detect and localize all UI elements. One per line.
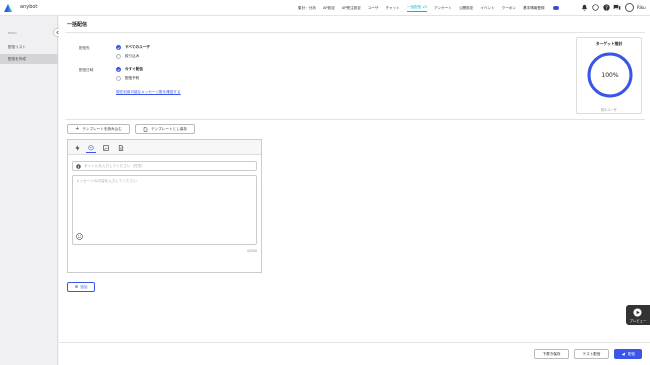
messages-icon[interactable] bbox=[613, 4, 621, 12]
divider bbox=[65, 32, 645, 33]
nav-item-events[interactable]: イベント bbox=[480, 6, 494, 11]
nav-item-survey[interactable]: アンケート bbox=[434, 6, 452, 11]
nav-item-coupons[interactable]: クーポン bbox=[502, 6, 516, 11]
message-body-textarea[interactable]: メッセージの内容を入力してください bbox=[72, 175, 257, 245]
target-estimate-users: 約1ユーザ bbox=[601, 108, 617, 112]
top-icons: ? Riku bbox=[580, 3, 646, 12]
save-template-label: テンプレートとし保存 bbox=[151, 126, 187, 131]
target-option-filter-label: 絞り込み bbox=[125, 54, 140, 58]
char-count: 0/500 bbox=[247, 249, 257, 253]
target-label: 配信先 bbox=[79, 46, 90, 50]
target-estimate-card: ターゲット推計 100% 約1ユーザ bbox=[576, 37, 642, 114]
radio-checked-icon bbox=[116, 67, 121, 72]
timing-option-scheduled-label: 配信予約 bbox=[125, 76, 140, 80]
document-icon bbox=[143, 126, 148, 132]
add-button[interactable]: ⊕ 追加 bbox=[67, 282, 95, 292]
estimate-messages-link[interactable]: 現在利用可能なメッセージ数を確認する bbox=[116, 90, 181, 95]
sidebar-section-title: BMSG bbox=[8, 31, 17, 35]
message-type-tabs bbox=[68, 140, 261, 155]
user-name[interactable]: Riku bbox=[637, 5, 646, 10]
emoji-icon[interactable] bbox=[76, 233, 83, 240]
target-estimate-title: ターゲット推計 bbox=[595, 41, 623, 46]
notification-badge: 9 bbox=[552, 5, 559, 10]
nav-item-ap-order-settings[interactable]: AP受注設定 bbox=[342, 6, 361, 11]
send-button[interactable]: 配信 bbox=[614, 349, 642, 359]
nav-item-analytics[interactable]: 集計・分析 bbox=[298, 6, 316, 11]
plus-circle-icon: ⊕ bbox=[74, 284, 79, 290]
radio-checked-icon bbox=[116, 45, 121, 50]
divider bbox=[65, 119, 645, 120]
message-editor: タイトルを入力してください（任意） メッセージの内容を入力してください 0/50… bbox=[67, 139, 262, 273]
timing-option-now[interactable]: 今すぐ配信 bbox=[116, 67, 143, 72]
message-placeholder: メッセージの内容を入力してください bbox=[76, 179, 137, 183]
save-draft-button[interactable]: 下書き保存 bbox=[534, 349, 569, 359]
top-bar: anybot 集計・分析 AP設定 AP受注設定 ユーザ チャット 一括配信 V… bbox=[0, 0, 650, 16]
action-footer: 下書き保存 テスト配信 配信 bbox=[59, 342, 650, 365]
send-button-label: 配信 bbox=[627, 351, 636, 356]
main-nav: 集計・分析 AP設定 AP受注設定 ユーザ チャット 一括配信 V2 アンケート… bbox=[298, 0, 573, 16]
play-circle-icon bbox=[633, 308, 642, 317]
preview-label: プレビュー bbox=[629, 319, 647, 323]
plus-icon: + bbox=[75, 126, 80, 132]
svg-text:?: ? bbox=[605, 5, 608, 11]
page-title: 一括配信 bbox=[67, 22, 88, 28]
title-placeholder: タイトルを入力してください（任意） bbox=[84, 163, 145, 168]
help-circle-icon[interactable] bbox=[591, 4, 599, 12]
anybot-logo-icon bbox=[4, 4, 12, 12]
target-option-filter[interactable]: 絞り込み bbox=[116, 54, 139, 59]
target-option-all[interactable]: すべてのユーザ bbox=[116, 45, 150, 50]
sidebar: BMSG 配信リスト 配信を作成 bbox=[0, 16, 58, 365]
nav-item-chat[interactable]: チャット bbox=[386, 6, 400, 11]
target-estimate-percent: 100% bbox=[601, 72, 618, 79]
sidebar-item-broadcast-list[interactable]: 配信リスト bbox=[0, 42, 58, 52]
load-template-label: テンプレートを読み込む bbox=[82, 126, 122, 131]
preview-button[interactable]: プレビュー bbox=[626, 305, 650, 325]
question-icon[interactable]: ? bbox=[602, 4, 610, 12]
message-title-input[interactable]: タイトルを入力してください（任意） bbox=[72, 161, 257, 171]
test-send-button[interactable]: テスト配信 bbox=[574, 349, 609, 359]
timing-option-scheduled[interactable]: 配信予約 bbox=[116, 76, 139, 81]
timing-label: 配信日時 bbox=[79, 68, 94, 72]
add-button-label: 追加 bbox=[80, 284, 88, 289]
lightning-icon[interactable] bbox=[72, 143, 82, 153]
save-template-button[interactable]: テンプレートとし保存 bbox=[135, 124, 195, 134]
target-option-all-label: すべてのユーザ bbox=[125, 45, 150, 49]
nav-item-users[interactable]: ユーザ bbox=[368, 6, 379, 11]
bell-icon[interactable] bbox=[580, 4, 588, 12]
nav-item-ap-settings[interactable]: AP設定 bbox=[323, 6, 335, 11]
avatar[interactable] bbox=[625, 3, 634, 12]
target-estimate-gauge: 100% bbox=[587, 52, 633, 98]
chat-bubble-icon[interactable] bbox=[86, 143, 96, 153]
radio-unchecked-icon bbox=[116, 54, 121, 59]
nav-item-publish-settings[interactable]: 公開設定 bbox=[459, 6, 473, 11]
radio-unchecked-icon bbox=[116, 76, 121, 81]
sidebar-item-create-broadcast[interactable]: 配信を作成 bbox=[0, 54, 58, 64]
timing-option-now-label: 今すぐ配信 bbox=[125, 67, 143, 71]
nav-item-basic-info[interactable]: 基本情報登録 9 bbox=[523, 5, 566, 11]
image-icon[interactable] bbox=[101, 143, 111, 153]
document-icon[interactable] bbox=[116, 143, 126, 153]
nav-item-broadcast-v2[interactable]: 一括配信 V2 bbox=[406, 5, 428, 12]
info-icon bbox=[76, 163, 81, 169]
load-template-button[interactable]: + テンプレートを読み込む bbox=[67, 124, 130, 134]
send-icon bbox=[621, 352, 626, 356]
app-name: anybot bbox=[20, 4, 38, 10]
main-content: 一括配信 配信先 すべてのユーザ 絞り込み 配信日時 今すぐ配信 配信予約 現在… bbox=[59, 16, 650, 365]
